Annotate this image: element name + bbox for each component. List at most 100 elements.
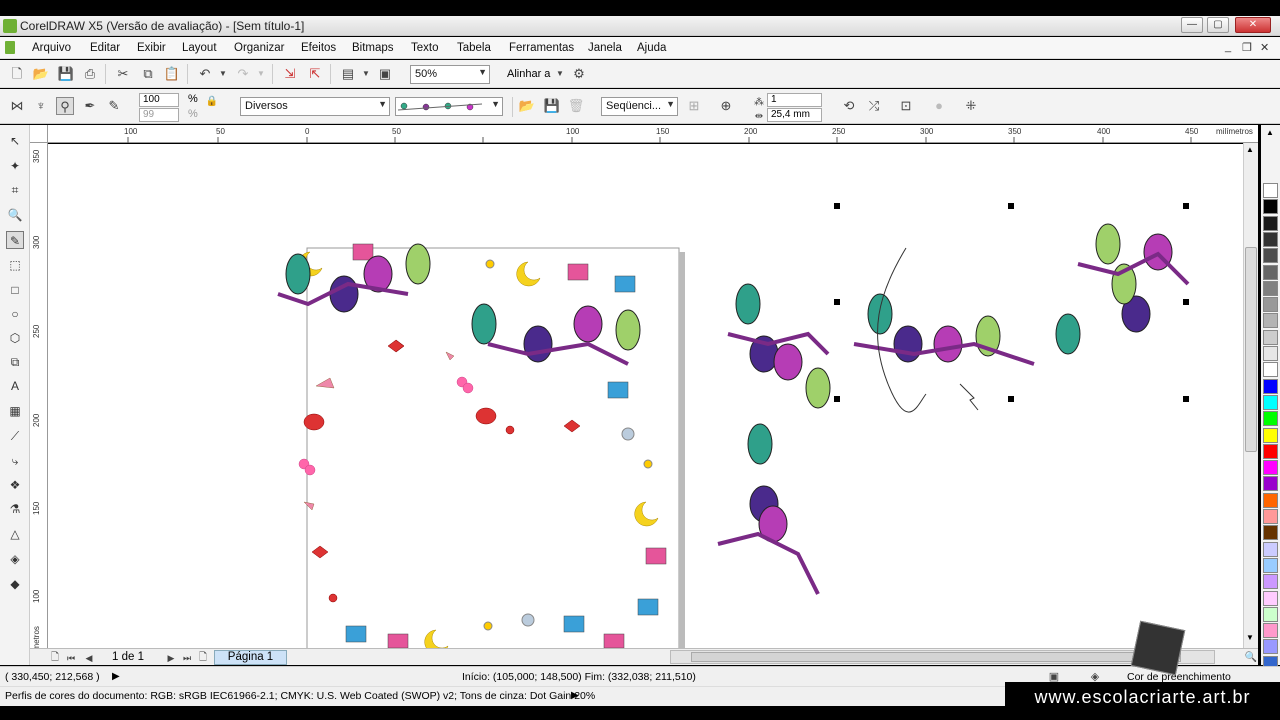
save-icon[interactable]: 💾 [57,65,75,83]
save-spraylist-icon[interactable]: 💾 [543,97,561,115]
close-button[interactable]: ✕ [1235,17,1271,33]
pressure-icon[interactable]: ✎ [105,97,123,115]
calligraphic-icon[interactable]: ✒ [81,97,99,115]
dimension-tool-icon[interactable]: ⟋ [6,427,24,445]
redo-dropdown-icon[interactable]: ▼ [252,65,270,83]
color-swatch[interactable] [1263,590,1278,606]
table-tool-icon[interactable]: ▦ [6,402,24,420]
color-swatch[interactable] [1263,297,1278,313]
menu-tabela[interactable]: Tabela [457,42,491,54]
color-swatch[interactable] [1263,362,1278,378]
export-icon[interactable]: ⇱ [306,65,324,83]
color-swatch[interactable] [1263,476,1278,492]
add-to-spraylist-icon[interactable]: 📂 [518,97,536,115]
color-swatch[interactable] [1263,264,1278,280]
connector-tool-icon[interactable]: ⤷ [6,452,24,470]
color-swatch[interactable] [1263,346,1278,361]
color-swatch[interactable] [1263,248,1278,264]
reset-values-icon[interactable]: ⊡ [897,97,915,115]
drawing-canvas[interactable] [48,144,1258,648]
align-to-label[interactable]: Alinhar a [507,68,550,80]
color-swatch[interactable] [1263,639,1278,655]
spray-size-input[interactable]: 100 [139,93,179,107]
color-swatch[interactable] [1263,427,1278,443]
color-swatch[interactable] [1263,541,1278,557]
color-swatch[interactable] [1263,557,1278,573]
interactive-fill-tool-icon[interactable]: ◆ [6,575,24,593]
eyedropper-tool-icon[interactable]: ⚗ [6,500,24,518]
spray-scale-input[interactable]: 99 [139,108,179,122]
menu-editar[interactable]: Editar [90,42,120,54]
pick-tool-icon[interactable]: ↖ [6,132,24,150]
color-swatch[interactable] [1263,509,1278,524]
scroll-up-icon[interactable]: ▲ [1246,145,1254,154]
spray-order-select[interactable]: Seqüenci... ▼ [601,97,678,116]
scroll-down-icon[interactable]: ▼ [1246,633,1254,642]
options-icon[interactable]: ⚙ [570,65,588,83]
rotation-icon[interactable]: ⟲ [840,97,858,115]
spraylist-dialog-icon[interactable]: ⊞ [685,97,703,115]
copy-icon[interactable]: ⧉ [139,65,157,83]
color-swatch[interactable] [1263,492,1278,508]
menu-janela[interactable]: Janela [588,42,622,54]
menu-layout[interactable]: Layout [182,42,217,54]
blend-tool-icon[interactable]: ❖ [6,476,24,494]
lock-icon[interactable]: 🔒 [203,93,221,111]
print-icon[interactable]: ⎙ [81,65,99,83]
color-swatch[interactable] [1263,574,1278,590]
artistic-media-preset-icon[interactable]: ⋈ [8,97,26,115]
paste-icon[interactable]: 📋 [163,65,181,83]
page-tab[interactable]: Página 1 [214,650,287,665]
profile-expand-icon[interactable]: ▶ [571,690,579,701]
welcome-screen-icon[interactable]: ▣ [376,65,394,83]
artistic-media-tool-icon[interactable]: ✎ [6,231,24,249]
application-launcher-icon[interactable]: ▤ [339,65,357,83]
outline-tool-icon[interactable]: △ [6,525,24,543]
color-swatch[interactable] [1263,525,1278,541]
rectangle-tool-icon[interactable]: □ [6,281,24,299]
vertical-scrollbar[interactable]: ▲ ▼ [1243,143,1258,648]
menu-organizar[interactable]: Organizar [234,42,285,54]
add-page-after-icon[interactable]: 🗋 [194,649,212,667]
doc-close-icon[interactable]: ✕ [1260,41,1269,54]
spacing-input[interactable]: 25,4 mm [767,108,822,122]
open-icon[interactable]: 📂 [32,65,50,83]
menu-efeitos[interactable]: Efeitos [301,42,336,54]
palette-up-icon[interactable]: ▲ [1266,128,1274,137]
color-profile-info[interactable]: Perfis de cores do documento: RGB: sRGB … [5,690,595,702]
menu-ferramentas[interactable]: Ferramentas [509,42,574,54]
prev-page-icon[interactable]: ◀ [80,649,98,667]
redo-icon[interactable]: ↷ [234,65,252,83]
zoom-select[interactable]: 50% ▼ [410,65,490,84]
minimize-button[interactable]: — [1181,17,1203,33]
shape-tool-icon[interactable]: ✦ [6,157,24,175]
contour-icon[interactable]: ● [930,97,948,115]
color-swatch[interactable] [1263,443,1278,459]
ruler-origin[interactable] [30,125,48,143]
launcher-dropdown-icon[interactable]: ▼ [357,65,375,83]
fill-tool-icon[interactable]: ◈ [6,550,24,568]
category-select[interactable]: Diversos ▼ [240,97,390,116]
color-swatch[interactable] [1263,606,1278,622]
color-swatch[interactable] [1263,183,1278,198]
menu-exibir[interactable]: Exibir [137,42,166,54]
vertical-ruler[interactable]: 350 300 250 200 150 100 milímetros [30,143,48,663]
ellipse-tool-icon[interactable]: ○ [6,305,24,323]
vertical-scroll-thumb[interactable] [1245,247,1257,452]
color-swatch[interactable] [1263,215,1278,231]
add-to-list-icon[interactable]: ⊕ [717,97,735,115]
menu-bitmaps[interactable]: Bitmaps [352,42,394,54]
menu-ajuda[interactable]: Ajuda [637,42,666,54]
zoom-tool-icon[interactable]: 🔍 [6,206,24,224]
color-swatch[interactable] [1263,394,1278,410]
text-tool-icon[interactable]: A [6,377,24,395]
first-page-icon[interactable]: ⏮ [62,649,80,667]
offset-icon[interactable]: ⤮ [865,97,883,115]
cut-icon[interactable]: ✂ [114,65,132,83]
doc-restore-icon[interactable]: ❐ [1242,41,1252,54]
copies-input[interactable]: 1 [767,93,822,107]
color-swatch[interactable] [1263,231,1278,247]
delete-icon[interactable]: 🗑 [567,97,585,115]
new-icon[interactable]: 🗋 [8,65,26,83]
color-swatch[interactable] [1263,623,1278,639]
